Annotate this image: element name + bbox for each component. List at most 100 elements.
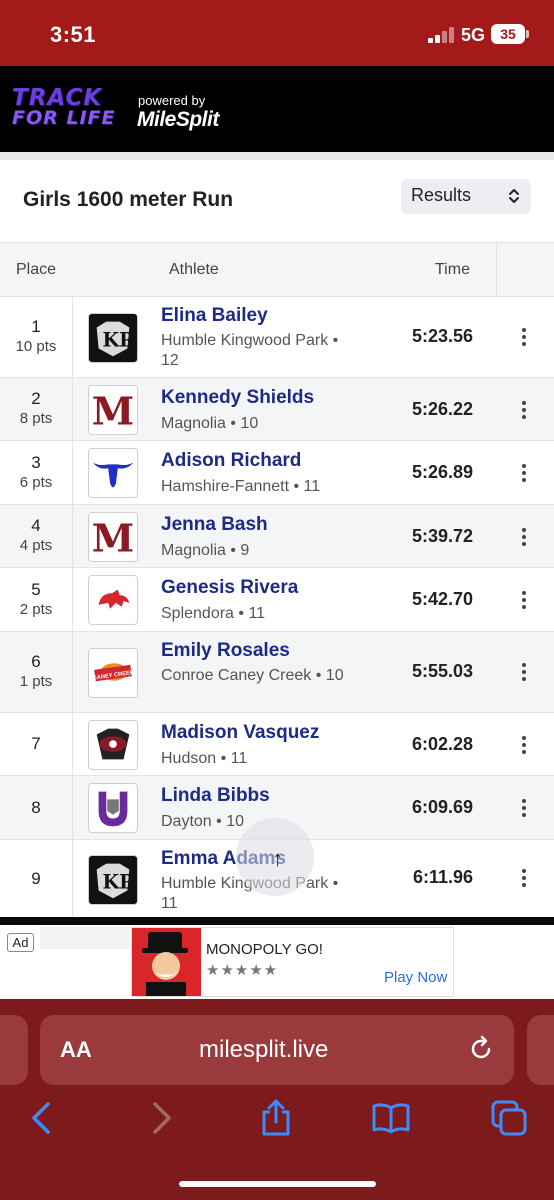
bookmarks-icon[interactable]	[371, 1098, 411, 1138]
athlete-name-link[interactable]: Genesis Rivera	[161, 577, 298, 599]
home-indicator[interactable]	[179, 1181, 376, 1187]
place-cell: 9	[0, 840, 73, 918]
result-time: 5:23.56	[411, 326, 473, 346]
place-cell: 5 2 pts	[0, 568, 73, 631]
scroll-to-top-button[interactable]: ↑	[236, 818, 314, 896]
athlete-name-link[interactable]: Madison Vasquez	[161, 722, 319, 744]
divider	[0, 152, 554, 160]
svg-text:KP: KP	[102, 871, 133, 894]
place-cell: 1 10 pts	[0, 297, 73, 377]
magnolia-logo: M	[88, 512, 138, 562]
place-points: 4 pts	[19, 537, 53, 554]
results-select-value: Results	[411, 185, 472, 205]
track-for-life-logo[interactable]: TRACK FOR LIFE	[12, 87, 116, 129]
place-number: 3	[31, 452, 41, 472]
play-now-link[interactable]: Play Now	[384, 969, 447, 986]
result-time: 6:02.28	[411, 734, 473, 754]
athlete-name-link[interactable]: Emily Rosales	[161, 640, 290, 662]
url-text[interactable]: milesplit.live	[199, 1036, 328, 1064]
divider	[496, 243, 497, 298]
ad-strip	[40, 927, 132, 949]
place-number: 9	[31, 869, 41, 888]
svg-text:M: M	[92, 516, 134, 561]
chevron-up-down-icon	[509, 189, 519, 203]
clock: 3:51	[50, 22, 97, 47]
table-row[interactable]: 1 10 pts KP Elina Bailey Humble Kingwood…	[0, 297, 554, 378]
place-number: 4	[31, 516, 41, 535]
result-time: 5:26.22	[411, 399, 473, 419]
star-rating-icon: ★★★★★	[206, 962, 279, 979]
athlete-school: Magnolia • 10	[161, 415, 259, 432]
place-cell: 7	[0, 713, 73, 775]
table-row[interactable]: 7 Madison Vasquez Hudson • 11 6:02.28	[0, 713, 554, 776]
longhorn-logo	[88, 448, 138, 498]
aa-label: AA	[60, 1037, 92, 1062]
place-cell: 6 1 pts	[0, 632, 73, 712]
table-row[interactable]: 2 8 pts M Kennedy Shields Magnolia • 10 …	[0, 378, 554, 441]
cellular-signal-icon	[428, 27, 456, 43]
athlete-name-link[interactable]: Kennedy Shields	[161, 387, 314, 409]
table-row[interactable]: 6 1 pts CANEY CREEK Emily Rosales Conroe…	[0, 632, 554, 713]
athlete-name-link[interactable]: Elina Bailey	[161, 305, 268, 327]
next-tab-preview[interactable]	[527, 1015, 554, 1085]
athlete-name-link[interactable]: Linda Bibbs	[161, 785, 270, 807]
result-time: 6:09.69	[411, 797, 473, 817]
result-time: 5:39.72	[411, 526, 473, 546]
place-points: 2 pts	[19, 600, 53, 618]
place-number: 8	[31, 797, 41, 817]
column-header-athlete: Athlete	[169, 261, 219, 278]
more-options-icon[interactable]	[516, 663, 532, 684]
result-time: 5:55.03	[411, 661, 473, 681]
reader-settings-button[interactable]: AA	[60, 1037, 92, 1063]
place-points: 8 pts	[19, 410, 53, 427]
dayton-logo	[88, 783, 138, 833]
place-points: 1 pts	[19, 673, 53, 690]
ad-title[interactable]: MONOPOLY GO!	[206, 941, 323, 958]
magnolia-logo: M	[88, 385, 138, 435]
athlete-school: Hudson • 11	[161, 750, 248, 767]
arrow-up-icon: ↑	[272, 846, 283, 871]
athlete-school: Hamshire-Fannett • 11	[161, 478, 321, 495]
result-time: 5:26.89	[411, 462, 473, 482]
more-options-icon[interactable]	[516, 591, 532, 612]
table-row[interactable]: 4 4 pts M Jenna Bash Magnolia • 9 5:39.7…	[0, 505, 554, 568]
place-number: 5	[31, 579, 41, 599]
powered-by-label: powered by	[138, 93, 206, 108]
previous-tab-preview[interactable]	[0, 1015, 28, 1085]
monopoly-mascot-image[interactable]	[132, 928, 201, 996]
more-options-icon[interactable]	[516, 736, 532, 757]
svg-text:M: M	[92, 389, 134, 434]
place-cell: 8	[0, 776, 73, 839]
back-icon[interactable]	[22, 1098, 62, 1138]
milesplit-logo[interactable]: MileSplit	[137, 108, 219, 132]
place-number: 7	[31, 734, 41, 753]
share-icon[interactable]	[256, 1098, 296, 1138]
more-options-icon[interactable]	[516, 401, 532, 422]
results-view-select[interactable]: Results	[401, 179, 531, 214]
table-header: Place Athlete Time	[0, 242, 554, 298]
place-number: 2	[31, 389, 41, 408]
place-points: 10 pts	[15, 338, 57, 355]
table-row[interactable]: 3 6 pts Adison Richard Hamshire-Fannett …	[0, 441, 554, 505]
tabs-icon[interactable]	[489, 1098, 529, 1138]
athlete-school: Magnolia • 9	[161, 542, 250, 559]
athlete-name-link[interactable]: Adison Richard	[161, 450, 301, 472]
battery-icon: 35	[491, 24, 529, 44]
divider	[0, 917, 554, 925]
place-points: 6 pts	[19, 473, 53, 491]
status-bar: 3:51 5G 35	[0, 0, 554, 66]
forward-icon[interactable]	[141, 1098, 181, 1138]
more-options-icon[interactable]	[516, 799, 532, 820]
hudson-logo	[88, 720, 138, 770]
more-options-icon[interactable]	[516, 464, 532, 485]
more-options-icon[interactable]	[516, 869, 532, 890]
column-header-time: Time	[435, 261, 470, 278]
athlete-name-link[interactable]: Jenna Bash	[161, 514, 268, 536]
table-row[interactable]: 5 2 pts Genesis Rivera Splendora • 11 5:…	[0, 568, 554, 632]
more-options-icon[interactable]	[516, 528, 532, 549]
kingwood-park-logo: KP	[88, 855, 138, 905]
logo-line-2: FOR LIFE	[12, 107, 116, 129]
reload-icon[interactable]	[467, 1035, 495, 1063]
more-options-icon[interactable]	[516, 328, 532, 349]
column-header-place: Place	[16, 261, 57, 278]
